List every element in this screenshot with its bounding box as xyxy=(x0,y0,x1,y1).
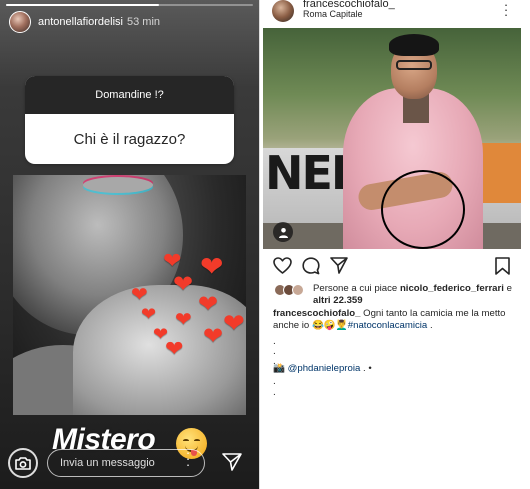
send-icon[interactable] xyxy=(222,453,242,471)
post-view: francescochiofalo_ Roma Capitale · · · NEI xyxy=(259,0,530,489)
send-message-input[interactable]: Invia un messaggio xyxy=(47,449,205,477)
likes-count[interactable]: altri 22.359 xyxy=(313,295,363,306)
caption-emojis: 😂🤪💆‍♂️ xyxy=(311,319,348,331)
photo-graffiti-text: NEI xyxy=(265,146,348,200)
caption-end: . xyxy=(429,319,433,331)
post-location[interactable]: Roma Capitale xyxy=(303,9,363,19)
post-avatar[interactable] xyxy=(272,0,294,22)
photo-glasses xyxy=(396,60,432,70)
heart-icon: ❤ xyxy=(175,309,192,331)
post-actions xyxy=(260,257,530,277)
question-text: Chi è il ragazzo? xyxy=(73,130,186,148)
likes-summary[interactable]: Persone a cui piace nicolo_federico_ferr… xyxy=(313,283,525,306)
likes-user[interactable]: nicolo_federico_ferrari xyxy=(400,283,504,294)
story-timestamp: 53 min xyxy=(127,16,161,28)
credit-username[interactable]: @phdanieleproia xyxy=(288,363,361,374)
question-header: Domandine !? xyxy=(25,76,234,114)
photo-credit: 📸 @phdanieleproia . • xyxy=(273,363,372,374)
heart-icon: ❤ xyxy=(131,284,148,306)
camera-icon xyxy=(15,457,31,470)
share-icon[interactable] xyxy=(330,257,348,274)
heart-icon: ❤ xyxy=(200,251,224,282)
story-view: antonellafiordelisi 53 min Domandine !? … xyxy=(0,0,259,489)
caption-dot: . xyxy=(273,376,276,387)
likers-avatars[interactable] xyxy=(274,284,310,298)
credit-trail: . • xyxy=(362,363,372,374)
heart-icon: ❤ xyxy=(141,304,157,324)
story-photo: ❤ ❤ ❤ ❤ ❤ ❤ ❤ ❤ ❤ ❤ ❤ xyxy=(13,175,246,415)
heart-icon: ❤ xyxy=(198,291,219,318)
heart-icon: ❤ xyxy=(173,271,194,298)
camera-button[interactable] xyxy=(8,448,38,478)
more-options-icon[interactable]: · · · xyxy=(501,0,511,21)
highlight-circle xyxy=(381,170,465,249)
heart-icon: ❤ xyxy=(163,248,182,273)
heart-icon: ❤ xyxy=(203,323,224,350)
comment-icon[interactable] xyxy=(302,257,320,275)
story-progress-bar xyxy=(6,4,253,6)
photo-lips xyxy=(83,177,153,193)
photo-wall-orange xyxy=(481,143,521,203)
avatar xyxy=(292,284,304,296)
post-photo[interactable]: NEI xyxy=(263,28,521,249)
story-avatar[interactable] xyxy=(9,11,31,33)
photo-hand xyxy=(73,285,246,415)
photo-hair xyxy=(389,34,439,56)
story-username[interactable]: antonellafiordelisi xyxy=(38,16,123,28)
question-sticker[interactable]: Domandine !? Chi è il ragazzo? xyxy=(25,76,234,164)
heart-icon: ❤ xyxy=(223,308,245,338)
bookmark-icon[interactable] xyxy=(495,257,510,275)
likes-joiner: e xyxy=(506,283,512,294)
caption-dot: . xyxy=(273,387,276,398)
heart-icon: ❤ xyxy=(165,336,184,361)
heart-icon[interactable] xyxy=(273,257,292,274)
camera-with-flash-icon: 📸 xyxy=(273,363,285,374)
likes-prefix: Persone a cui piace xyxy=(313,283,398,294)
tagged-people-button[interactable] xyxy=(273,222,293,242)
person-icon xyxy=(278,227,288,238)
more-icon[interactable]: · · · xyxy=(183,446,193,471)
caption-username[interactable]: francescochiofalo_ xyxy=(273,308,360,319)
story-progress-fill xyxy=(6,4,160,6)
caption-hashtag[interactable]: #natoconlacamicia xyxy=(348,320,427,331)
post-caption: francescochiofalo_ Ogni tanto la camicia… xyxy=(273,308,523,331)
